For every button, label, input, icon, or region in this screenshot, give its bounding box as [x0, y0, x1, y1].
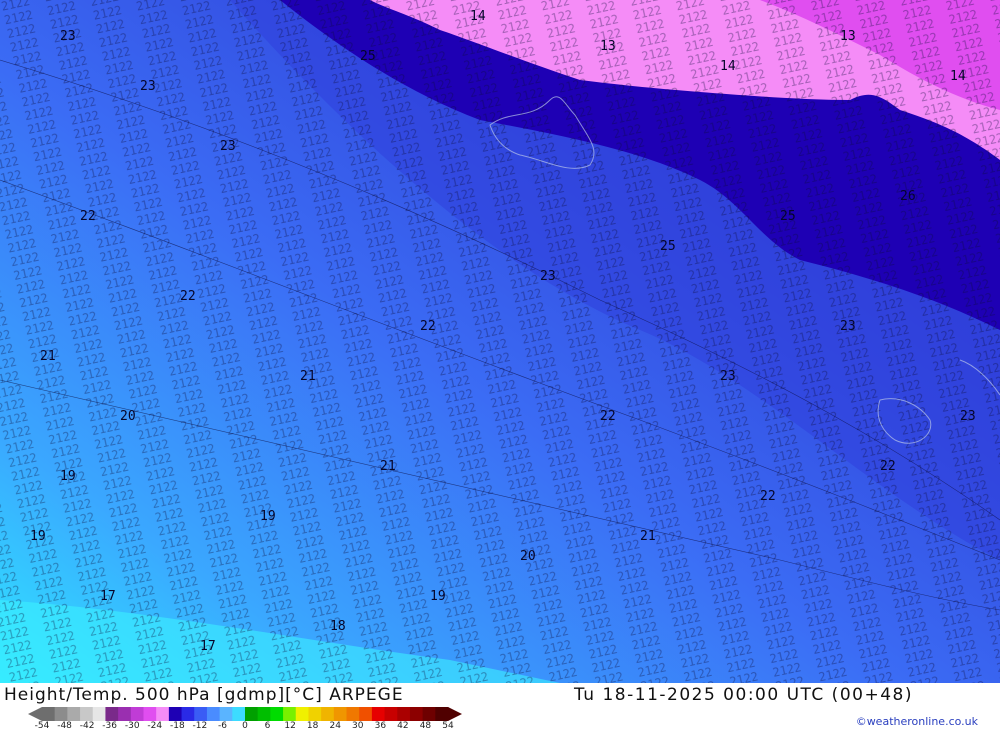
- legend-tick-label: -12: [192, 721, 208, 731]
- legend-swatch: [308, 707, 322, 721]
- contour-label: 25: [360, 49, 376, 64]
- legend-swatch: [245, 707, 259, 721]
- legend-tick-label: -54: [34, 721, 50, 731]
- contour-label: 14: [720, 59, 736, 74]
- legend-tick-label: 30: [352, 721, 364, 731]
- contour-label: 13: [600, 39, 616, 54]
- contour-label: 19: [260, 509, 276, 524]
- legend-tick-label: -48: [57, 721, 72, 731]
- color-legend: [28, 707, 462, 721]
- legend-swatch: [283, 707, 297, 721]
- contour-label: 23: [60, 29, 76, 44]
- legend-arrow-right: [448, 707, 462, 721]
- temperature-map: 21 22 23 23 23 22 22 21 20 19 19 17 17 18 19 20 21 22 22 2…: [0, 0, 1000, 683]
- contour-label: 21: [300, 369, 316, 384]
- legend-swatch: [105, 707, 119, 721]
- contour-label: 20: [120, 409, 136, 424]
- contour-label: 23: [840, 319, 856, 334]
- contour-label: 18: [330, 619, 346, 634]
- contour-label: 21: [380, 459, 396, 474]
- legend-swatch: [130, 707, 144, 721]
- contour-label: 17: [200, 639, 216, 654]
- legend-tick-label: 48: [419, 721, 432, 731]
- legend-swatch: [295, 707, 309, 721]
- map-footer: Height/Temp. 500 hPa [gdmp][°C] ARPEGE T…: [0, 683, 1000, 733]
- legend-tick-label: 54: [442, 721, 454, 731]
- legend-swatch: [409, 707, 424, 721]
- contour-label: 19: [430, 589, 446, 604]
- contour-label: 23: [220, 139, 236, 154]
- contour-label: 22: [80, 209, 96, 224]
- legend-swatch: [257, 707, 271, 721]
- legend-swatch: [194, 707, 208, 721]
- contour-label: 22: [180, 289, 196, 304]
- legend-swatch: [156, 707, 170, 721]
- legend-tick-labels: -54 -48 -42 -36 -30 -24 -18 -12 -6 0 6 12 18 24 30 36 42…: [28, 721, 468, 733]
- legend-swatch: [270, 707, 284, 721]
- legend-tick-label: 42: [397, 721, 409, 731]
- contour-label: 23: [960, 409, 976, 424]
- legend-tick-label: 0: [242, 721, 248, 731]
- legend-tick-label: -18: [169, 721, 185, 731]
- legend-swatch: [206, 707, 221, 721]
- legend-swatch: [168, 707, 183, 721]
- contour-label: 19: [60, 469, 76, 484]
- legend-tick-label: 18: [306, 721, 319, 731]
- legend-swatch: [333, 707, 347, 721]
- contour-label: 25: [780, 209, 796, 224]
- contour-label: 25: [660, 239, 676, 254]
- contour-label: 14: [470, 9, 486, 24]
- legend-tick-label: 24: [329, 721, 341, 731]
- legend-swatch: [232, 707, 246, 721]
- legend-swatch: [371, 707, 386, 721]
- legend-swatch: [384, 707, 398, 721]
- contour-label: 23: [720, 369, 736, 384]
- legend-tick-label: 6: [264, 721, 271, 731]
- contour-label: 22: [880, 459, 896, 474]
- legend-swatch: [67, 707, 81, 721]
- legend-swatch: [422, 707, 436, 721]
- contour-label: 22: [760, 489, 776, 504]
- legend-swatch: [143, 707, 157, 721]
- legend-swatch: [359, 707, 373, 721]
- legend-swatch: [92, 707, 106, 721]
- map-title: Height/Temp. 500 hPa [gdmp][°C] ARPEGE: [4, 685, 404, 705]
- legend-tick-label: -30: [124, 721, 140, 731]
- legend-swatch: [80, 707, 94, 721]
- contour-texture: [0, 0, 1000, 683]
- legend-swatch: [181, 707, 195, 721]
- legend-arrow-left: [28, 707, 42, 721]
- contour-label: 19: [30, 529, 46, 544]
- legend-tick-label: -6: [217, 721, 227, 731]
- legend-swatch: [42, 707, 56, 721]
- legend-tick-label: -24: [147, 721, 163, 731]
- contour-label: 13: [840, 29, 856, 44]
- legend-swatch: [219, 707, 233, 721]
- credit-link[interactable]: ©weatheronline.co.uk: [856, 715, 978, 728]
- legend-tick-label: -36: [102, 721, 118, 731]
- legend-swatch: [346, 707, 360, 721]
- contour-label: 22: [420, 319, 436, 334]
- legend-swatch: [435, 707, 449, 721]
- legend-tick-label: -42: [79, 721, 95, 731]
- legend-swatch: [54, 707, 68, 721]
- legend-swatch: [397, 707, 411, 721]
- legend-tick-label: 36: [374, 721, 387, 731]
- valid-time: Tu 18-11-2025 00:00 UTC (00+48): [574, 685, 913, 705]
- contour-label: 17: [100, 589, 116, 604]
- contour-label: 22: [600, 409, 616, 424]
- contour-label: 20: [520, 549, 536, 564]
- contour-label: 21: [40, 349, 56, 364]
- contour-label: 26: [900, 189, 916, 204]
- contour-label: 14: [950, 69, 966, 84]
- contour-label: 23: [140, 79, 156, 94]
- legend-swatch: [118, 707, 132, 721]
- legend-swatch: [321, 707, 335, 721]
- contour-label: 23: [540, 269, 556, 284]
- contour-label: 21: [640, 529, 656, 544]
- legend-tick-label: 12: [284, 721, 296, 731]
